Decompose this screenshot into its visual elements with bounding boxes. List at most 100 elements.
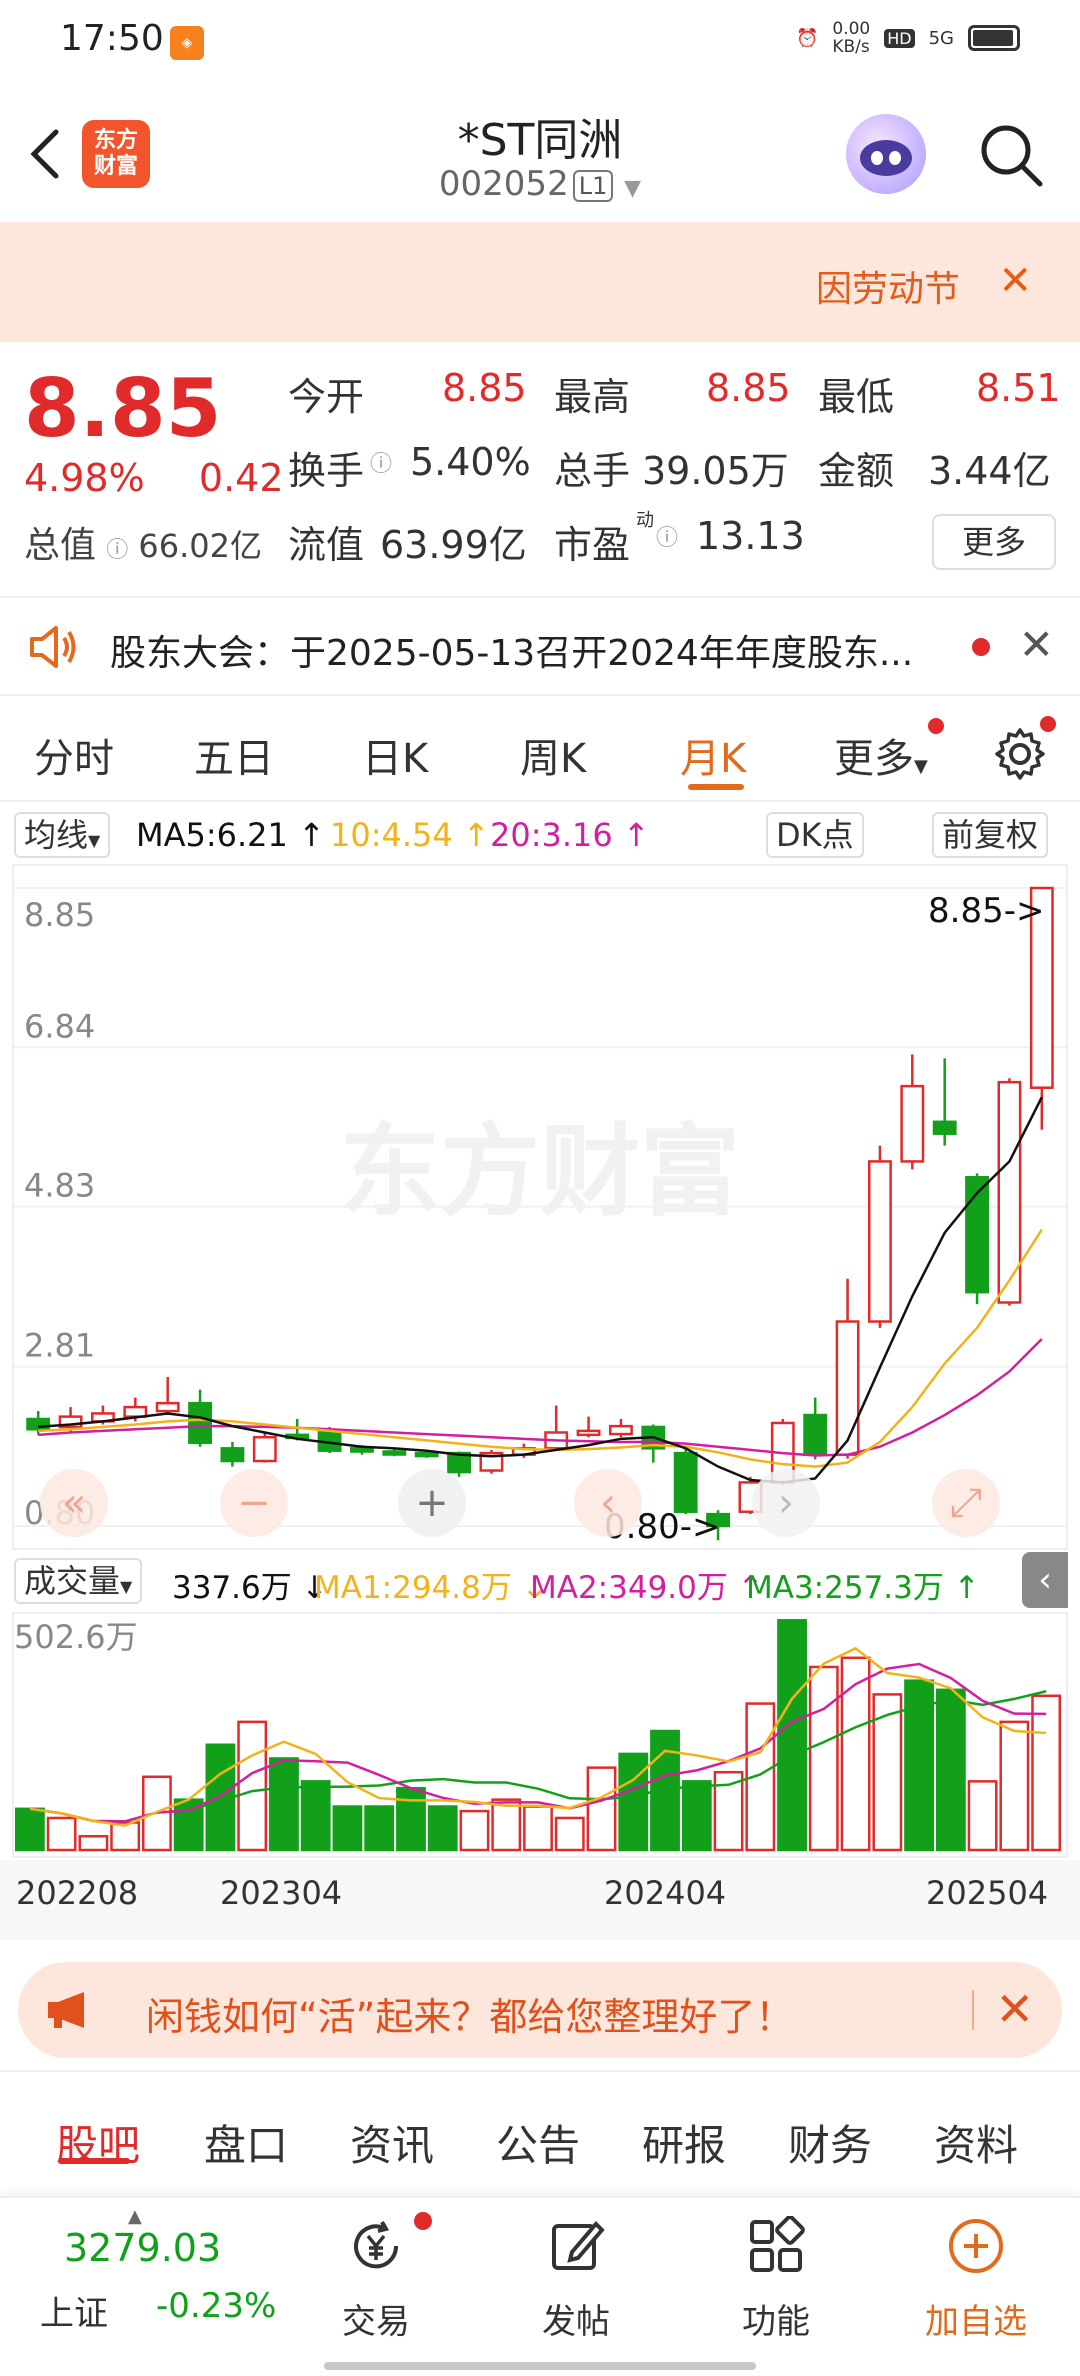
kline-svg[interactable]: 8.856.844.832.810.80东方财富8.85->0.80->«−+‹… (14, 866, 1066, 1548)
signal-icon: 5G (928, 27, 954, 49)
candle-body (252, 1435, 277, 1463)
more-quote-button[interactable]: 更多 (932, 514, 1056, 570)
assistant-robot-icon[interactable] (846, 114, 926, 194)
divider (972, 1990, 974, 2030)
nav-trade-label: 交易 (342, 2302, 410, 2342)
notice-text: 股东大会：于2025-05-13召开2024年年度股东... (110, 633, 914, 674)
change-percent: 4.98% (24, 456, 145, 500)
candle-body (932, 1120, 957, 1135)
volume-chart[interactable]: 502.6万 (12, 1612, 1068, 1858)
candle-body (868, 1160, 892, 1323)
settings-dot (1040, 716, 1056, 732)
nav-trade[interactable]: 交易 (306, 2216, 446, 2343)
search-button[interactable] (976, 120, 1046, 190)
y-tick-label: 8.85 (24, 896, 95, 934)
content-tabs: 股吧 盘口 资讯 公告 研报 财务 资料 (0, 2070, 1080, 2170)
vol-ma3: MA3:257.3万 ↑ (746, 1570, 980, 1606)
promo-banner[interactable]: 闲钱如何“活”起来？都给您整理好了！ ✕ (18, 1962, 1062, 2058)
active-subtab-underline (58, 2158, 130, 2164)
nav-post[interactable]: 发帖 (506, 2216, 646, 2343)
open-value: 8.85 (442, 366, 527, 410)
alarm-icon: ⏰ (795, 27, 819, 49)
next-button[interactable]: › (752, 1469, 820, 1537)
candle-body (609, 1424, 633, 1436)
turnover-value: 5.40% (410, 440, 531, 484)
volume-bar (808, 1665, 839, 1852)
tab-more[interactable]: 更多▼ (834, 726, 928, 784)
ma-selector-label: 均线 (24, 816, 89, 854)
tab-profile[interactable]: 资料 (934, 2112, 1018, 2173)
dk-point-button[interactable]: DK点 (766, 812, 864, 858)
status-bar: 17:50 ◈ ⏰ 0.00 KB/s HD 5G (0, 0, 1080, 84)
ma-selector[interactable]: 均线▼ (14, 812, 111, 858)
status-time: 17:50 (60, 18, 164, 59)
tab-weekly-k[interactable]: 周K (520, 726, 586, 784)
tab-intraday[interactable]: 分时 (34, 726, 114, 784)
date-label: 202504 (926, 1874, 1049, 1912)
vol-ma2: MA2:349.0万 ↑ (530, 1570, 764, 1606)
nav-functions[interactable]: 功能 (706, 2215, 846, 2343)
volume-selector-label: 成交量 (24, 1562, 121, 1600)
zoom-in-button[interactable]: + (398, 1469, 466, 1537)
tab-daily-k[interactable]: 日K (362, 726, 428, 784)
fullscreen-button[interactable]: ⤢ (932, 1469, 1000, 1537)
last-price: 8.85 (24, 362, 222, 455)
y-tick-label: 2.81 (24, 1327, 95, 1365)
rewind-button[interactable]: « (40, 1469, 108, 1537)
rewind-button-icon: « (62, 1480, 86, 1526)
holiday-banner[interactable]: 因劳动节 ✕ (0, 222, 1080, 342)
edit-icon (552, 2221, 605, 2270)
zoom-out-button[interactable]: − (220, 1469, 288, 1537)
tab-research[interactable]: 研报 (642, 2112, 726, 2173)
volume-bar (332, 1805, 363, 1852)
candle-body (220, 1447, 245, 1463)
volume-bar (1031, 1694, 1062, 1852)
nav-post-label: 发帖 (542, 2302, 610, 2342)
candle-body (188, 1401, 212, 1445)
volume-svg: 502.6万 (14, 1618, 1062, 1852)
tab-five-day[interactable]: 五日 (194, 726, 274, 784)
tab-pankou[interactable]: 盘口 (204, 2112, 288, 2173)
gear-icon[interactable] (992, 726, 1048, 782)
nav-add-watchlist[interactable]: 加自选 (906, 2216, 1046, 2343)
tab-news[interactable]: 资讯 (350, 2112, 434, 2173)
tab-more-dot (928, 718, 944, 734)
volume-selector[interactable]: 成交量▼ (14, 1558, 143, 1604)
notice-bar[interactable]: 股东大会：于2025-05-13召开2024年年度股东... ✕ (0, 596, 1080, 696)
collapse-panel-button[interactable]: ‹ (1022, 1552, 1068, 1608)
volume-bar (523, 1805, 553, 1852)
tab-finance[interactable]: 财务 (788, 2112, 872, 2173)
volume-bar (46, 1816, 77, 1852)
ma-legend-row: 均线▼ MA5:6.21 ↑ 10:4.54 ↑ 20:3.16 ↑ DK点 前… (0, 806, 1080, 864)
prev-button[interactable]: ‹ (574, 1469, 642, 1537)
quote-panel: 8.85 4.98% 0.42 总值 ⓘ 66.02亿 今开 8.85 最高 8… (0, 346, 1080, 586)
change-amount: 0.42 (198, 456, 284, 500)
low-label: 最低 (818, 375, 895, 419)
fullscreen-button-icon: ⤢ (950, 1480, 982, 1526)
tab-announcements[interactable]: 公告 (496, 2112, 580, 2173)
pe-value: 13.13 (696, 514, 805, 558)
volume-bar (14, 1807, 45, 1852)
volume-bar (364, 1805, 395, 1852)
notice-close-icon[interactable]: ✕ (1019, 620, 1054, 669)
kline-chart[interactable]: 8.856.844.832.810.80东方财富8.85->0.80->«−+‹… (12, 864, 1068, 1550)
pe-superscript: 动 (636, 510, 654, 531)
float-value: 63.99亿 (380, 523, 527, 567)
volume-bar (269, 1757, 299, 1852)
candle-body (803, 1413, 828, 1456)
last-price-marker: 8.85-> (928, 891, 1044, 931)
amount-value: 3.44亿 (928, 449, 1051, 493)
low-value: 8.51 (976, 366, 1061, 410)
info-icon: ⓘ (370, 452, 393, 477)
active-tab-underline (688, 784, 744, 790)
tab-more-label: 更多 (834, 736, 914, 782)
volume-bar (618, 1752, 649, 1852)
app-header: 东方 财富 *ST同洲 002052 L1 ▼ (0, 84, 1080, 220)
adjust-button[interactable]: 前复权 (932, 812, 1049, 858)
banner-text: 因劳动节 (815, 269, 960, 310)
tab-monthly-k[interactable]: 月K (680, 726, 746, 784)
amount-label: 金额 (818, 449, 895, 493)
banner-close-icon[interactable]: ✕ (998, 258, 1032, 304)
add-circle-icon (949, 2219, 1003, 2273)
promo-close-icon[interactable]: ✕ (995, 1982, 1034, 2036)
